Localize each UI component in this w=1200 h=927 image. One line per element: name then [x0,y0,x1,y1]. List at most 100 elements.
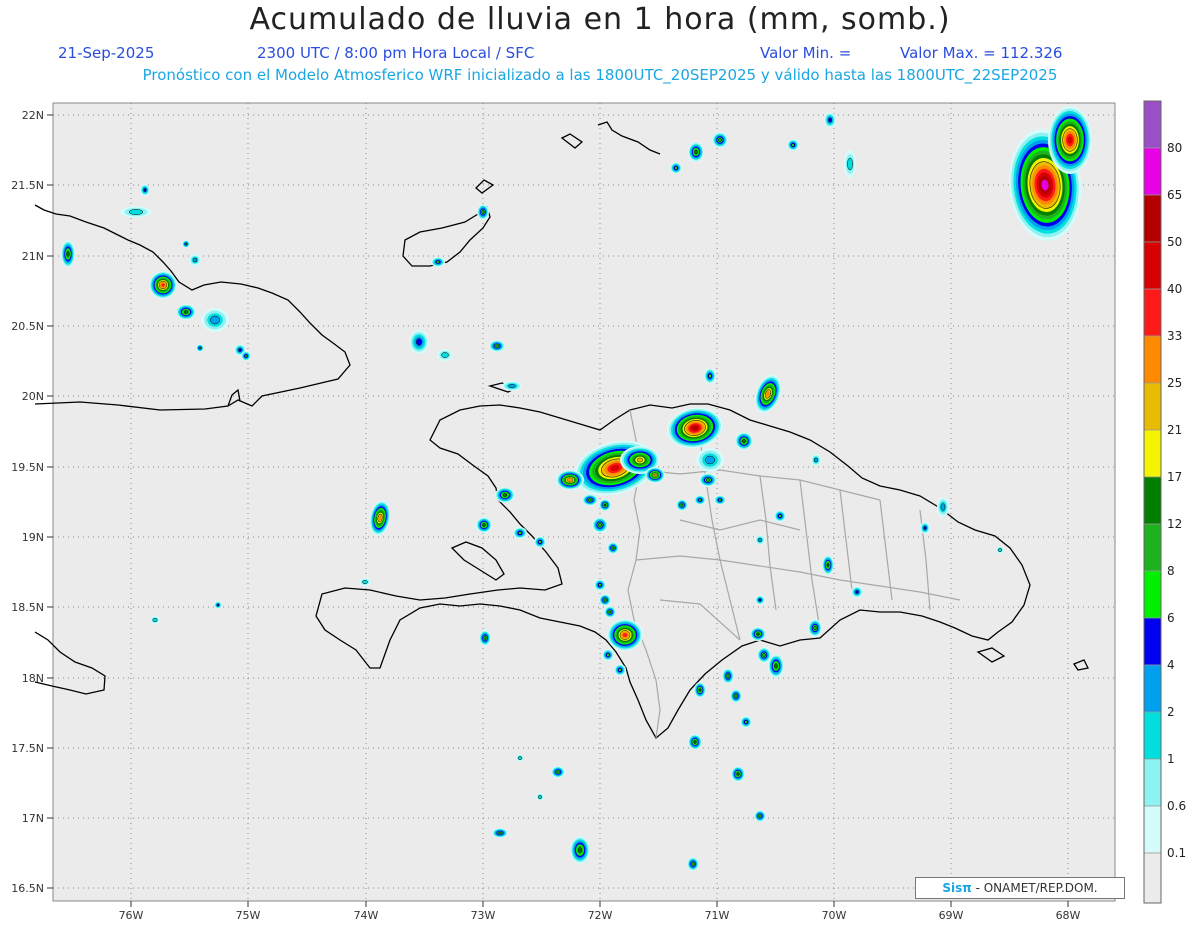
lat-label: 16.5N [11,882,44,895]
rain-cell [592,517,608,533]
rain-contour [756,632,760,636]
legend-swatch [1143,335,1162,384]
rain-contour [698,498,702,502]
rain-cell [516,754,524,762]
rain-contour [508,384,516,388]
rain-contour [538,540,542,544]
longitude-labels: 76W 75W 74W 73W 72W 71W 70W 69W 68W [119,901,1081,922]
rain-contour [708,373,712,379]
rain-cell [808,619,822,637]
lon-label: 69W [939,909,964,922]
rain-cell [774,510,786,522]
legend-label: 12 [1167,517,1182,531]
rain-cell [645,467,665,483]
legend-label: 50 [1167,235,1182,249]
rain-cell [599,499,611,511]
rain-contour [813,625,817,631]
rain-cell [513,527,527,539]
rain-cell [582,494,598,506]
rain-contour [726,674,730,678]
rain-cell [599,594,611,606]
rain-cell [722,668,734,684]
rain-cell [534,536,546,548]
rain-contour [694,149,698,155]
rain-contour [653,473,657,477]
rain-contour [238,348,242,352]
legend-swatch [1143,617,1162,666]
rain-contour [161,283,165,287]
rain-cell [61,240,75,268]
rain-contour [847,157,853,171]
rain-contour [814,457,818,463]
rain-cell [676,499,688,511]
rain-cell [431,257,445,267]
rain-contour [705,455,715,465]
rain-contour [758,814,762,818]
rain-contour [482,523,486,527]
rain-cell [437,349,453,361]
rain-cell [602,649,614,661]
legend-swatch [1143,758,1162,807]
rain-contour [778,514,782,518]
lon-label: 68W [1056,909,1081,922]
rain-contour [498,831,502,835]
rain-cell [694,682,706,698]
rain-contour [693,740,697,744]
rain-cell [712,132,728,148]
lat-label: 21.5N [11,179,44,192]
lon-label: 72W [588,909,613,922]
credit-box: Sisπ - ONAMET/REP.DOM. [915,877,1125,899]
legend-swatch [1143,241,1162,290]
rain-contour [184,242,188,246]
rain-cell [556,470,584,490]
min-value: Valor Min. = [760,44,852,62]
rain-contour [636,457,644,463]
rain-cell [811,454,821,466]
lat-label: 19.5N [11,461,44,474]
legend-label: 40 [1167,282,1182,296]
rain-cell [241,351,251,361]
rain-contour [598,523,602,527]
rain-cell [477,204,489,220]
rain-cell [740,716,752,728]
latitude-labels: 22N 21.5N 21N 20.5N 20N 19.5N 19N 18.5N 18N 17.5N… [11,109,53,895]
rain-cell [614,664,626,676]
legend-swatch [1143,429,1162,478]
rain-contour [568,478,572,482]
legend-label: 17 [1167,470,1182,484]
map-title: Acumulado de lluvia en 1 hora (mm, somb.… [249,2,951,37]
legend-swatch [1143,194,1162,243]
lat-label: 19N [22,531,44,544]
lat-label: 18N [22,672,44,685]
lat-label: 20.5N [11,320,44,333]
rain-cell [694,495,706,505]
rain-cell [755,595,765,605]
rain-contour [183,310,189,314]
rain-cell [479,630,491,646]
rain-contour [603,503,607,507]
rain-contour [143,188,147,192]
lon-label: 73W [471,909,496,922]
rain-cell [844,150,856,178]
rain-contour [758,538,762,542]
rain-cell [196,344,204,352]
rain-cell [594,579,606,591]
legend-label: 25 [1167,376,1182,390]
rain-contour [1067,136,1073,144]
rain-cell [750,627,766,641]
legend-swatch [1143,288,1162,337]
rain-contour [734,694,738,698]
rain-contour [674,166,678,170]
rain-contour [998,548,1002,552]
rainfall-map: 22N 21.5N 21N 20.5N 20N 19.5N 19N 18.5N 18N 17.5N… [11,100,1186,922]
rain-contour [603,598,607,602]
rain-cell [492,828,508,838]
rain-contour [502,493,508,497]
rain-cell [704,368,716,384]
legend-label: 0.6 [1167,799,1186,813]
legend-swatch [1143,570,1162,619]
rain-cell [489,340,505,352]
rain-contour [855,590,859,594]
rain-contour [744,720,748,724]
rain-contour [244,354,248,358]
